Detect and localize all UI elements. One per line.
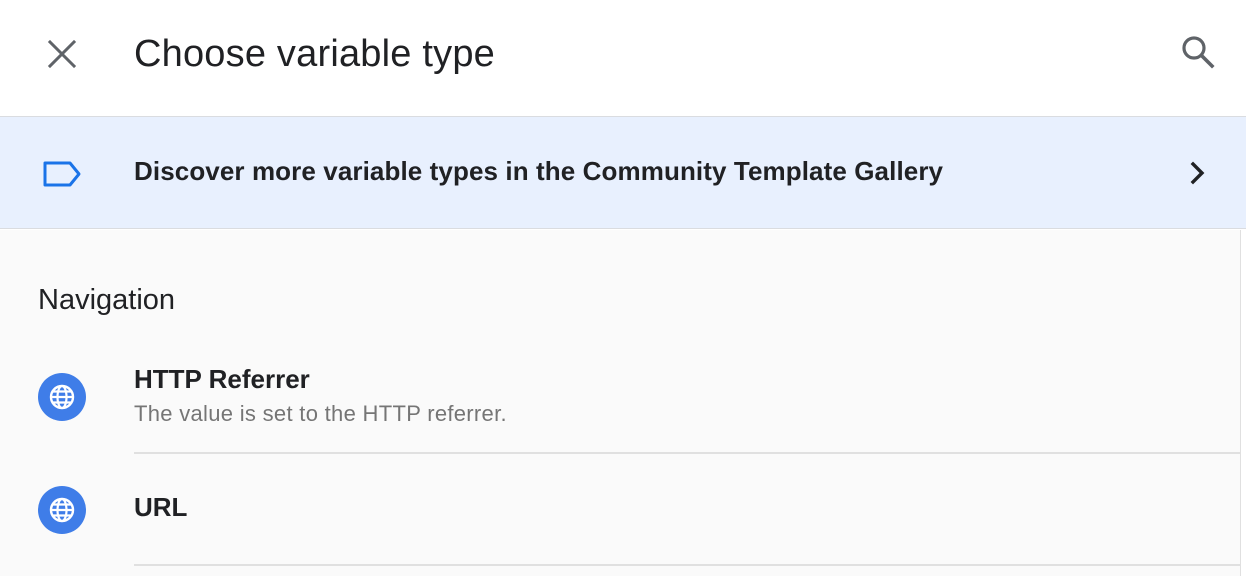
close-icon[interactable]: [47, 39, 77, 69]
tag-icon: [43, 161, 81, 187]
list-item-url[interactable]: URL: [0, 454, 1240, 564]
search-button[interactable]: [1174, 28, 1222, 76]
dialog-title: Choose variable type: [134, 33, 495, 75]
globe-icon: [38, 373, 86, 421]
close-button[interactable]: [38, 30, 86, 78]
scrollbar-track[interactable]: [1240, 230, 1246, 576]
banner-text[interactable]: Discover more variable types in the Comm…: [134, 156, 943, 187]
list-item-description: The value is set to the HTTP referrer.: [134, 401, 507, 426]
list-item-title: HTTP Referrer: [134, 364, 310, 394]
search-icon[interactable]: [1181, 35, 1215, 69]
list-item-http-referrer[interactable]: HTTP Referrer The value is set to the HT…: [0, 340, 1240, 453]
list-item-title: URL: [134, 492, 188, 522]
divider: [134, 564, 1240, 566]
section-title-navigation: Navigation: [38, 284, 176, 316]
dialog-header: Choose variable type: [0, 0, 1246, 117]
globe-icon: [38, 486, 86, 534]
chevron-right-icon[interactable]: [1184, 158, 1212, 188]
